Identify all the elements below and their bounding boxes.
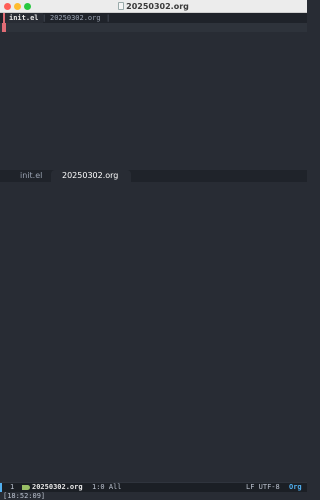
editor-buffer[interactable]: [0, 32, 307, 170]
window-title: 20250302.org: [0, 0, 307, 13]
major-mode[interactable]: Org: [289, 483, 302, 492]
window-tab-label: 20250302.org: [62, 171, 119, 180]
tab-line: init.el | 20250302.org |: [0, 13, 307, 23]
window-tab-bar: init.el 20250302.org: [0, 170, 307, 182]
window-tab-init-el[interactable]: init.el: [20, 170, 42, 182]
cursor-position: 1:0 All: [92, 483, 122, 491]
current-line-highlight: [0, 23, 307, 32]
window-tab-label: init.el: [20, 171, 43, 180]
echo-text: [18:52:09]: [3, 492, 46, 500]
tab-label: 20250302.org: [50, 14, 101, 22]
editor-buffer-lower[interactable]: [0, 182, 307, 482]
tab-separator: |: [42, 14, 47, 22]
modeline-indicator: [0, 483, 2, 492]
buffer-name[interactable]: 20250302.org: [32, 483, 83, 492]
encoding-indicator[interactable]: LF UTF-8: [246, 483, 280, 492]
text-cursor: [2, 23, 6, 32]
org-unicorn-icon: [22, 485, 30, 490]
mode-line: 1 20250302.org 1:0 All LF UTF-8 Org: [0, 482, 307, 492]
tab-label: init.el: [9, 14, 39, 22]
window-tab-20250302-org[interactable]: 20250302.org: [51, 170, 131, 182]
window-titlebar: 20250302.org: [0, 0, 307, 13]
tab-separator: |: [106, 14, 111, 22]
document-icon: [118, 2, 125, 10]
echo-area: [18:52:09]: [0, 492, 307, 500]
window-title-text: 20250302.org: [126, 2, 189, 11]
window-number: 1: [10, 483, 15, 491]
tab-20250302-org[interactable]: 20250302.org: [50, 13, 101, 23]
tab-init-el[interactable]: init.el: [3, 13, 43, 23]
